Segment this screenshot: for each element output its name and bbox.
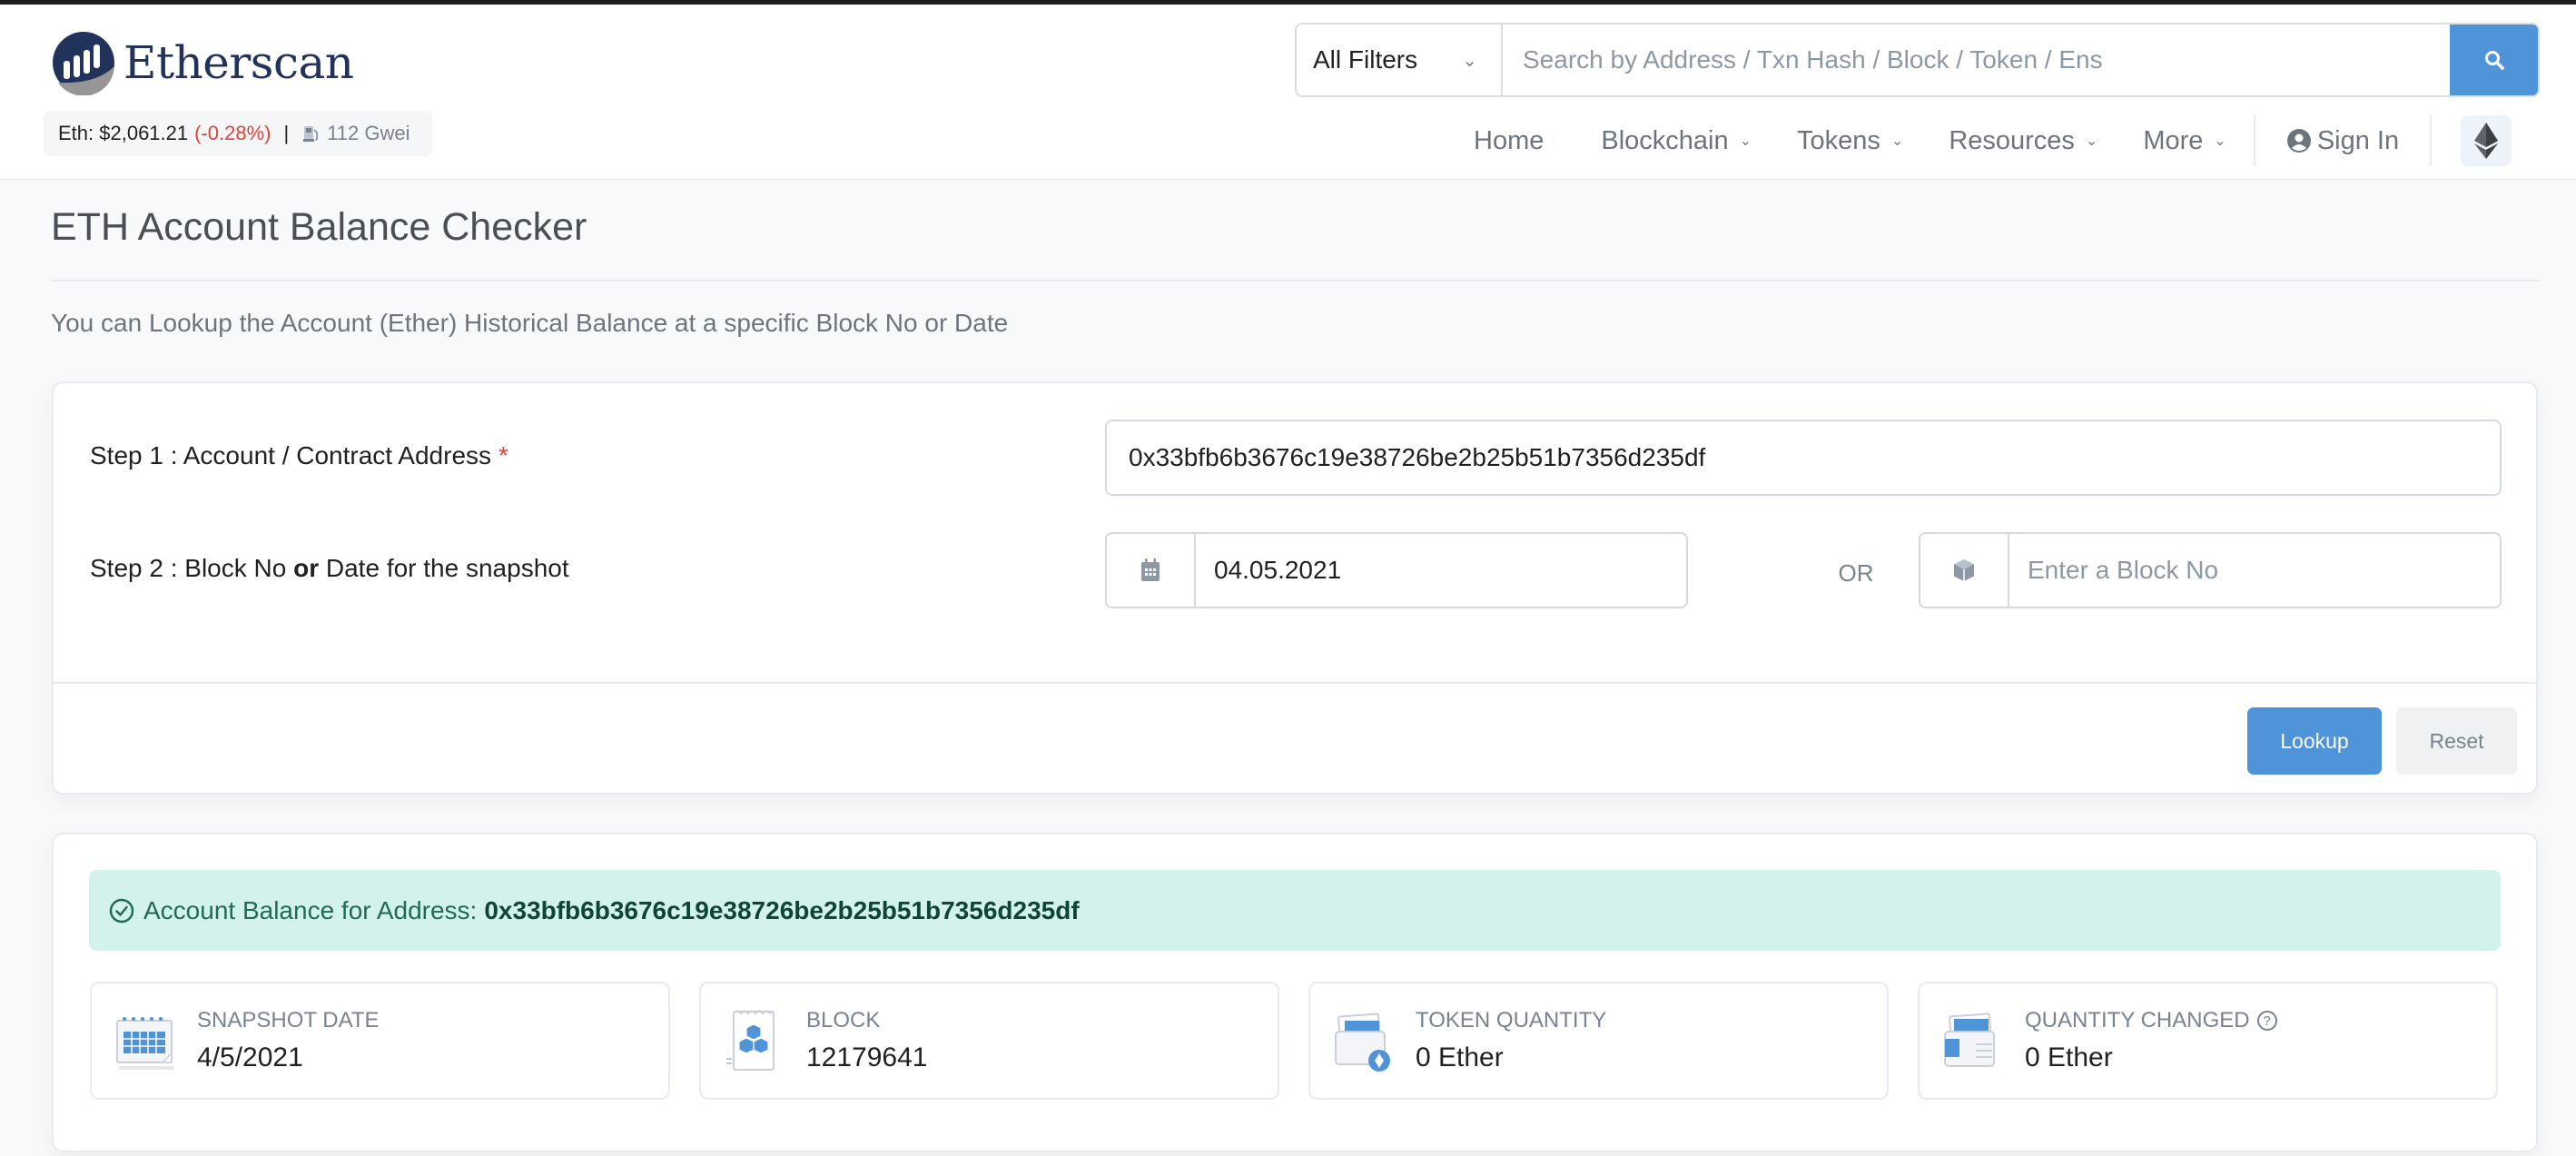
stat-block: Block 12179641 (699, 982, 1279, 1100)
block-prefix (1920, 534, 2009, 607)
balance-alert: Account Balance for Address: 0x33bfb6b36… (89, 870, 2501, 951)
address-input[interactable] (1105, 420, 2502, 496)
stat-snapshot-date: Snapshot Date 4/5/2021 (90, 982, 670, 1100)
step2-label: Step 2 : Block No or Date for the snapsh… (90, 554, 569, 583)
price-separator: | (283, 122, 290, 144)
wallet-ether-icon (1335, 1013, 1390, 1072)
date-input[interactable] (1196, 534, 1686, 607)
ethereum-icon (2474, 123, 2499, 159)
block-number-input[interactable] (2009, 534, 2500, 607)
nav-more[interactable]: More ⌄ (2143, 126, 2226, 156)
search-button[interactable] (2450, 25, 2538, 95)
stat-label: Token Quantity (1416, 1008, 1607, 1032)
eth-price-widget: Eth: $2,061.21 (-0.28%) | 112 Gwei (44, 111, 432, 156)
step1-label-text: Step 1 : Account / Contract Address (90, 441, 492, 469)
chevron-down-icon: ⌄ (1890, 133, 1904, 149)
page-title: ETH Account Balance Checker (51, 205, 587, 249)
page-description: You can Lookup the Account (Ether) Histo… (51, 309, 1009, 337)
wallet-change-icon (1944, 1013, 1995, 1067)
etherscan-logo-icon (53, 32, 114, 95)
nav-tokens[interactable]: Tokens ⌄ (1797, 126, 1903, 156)
main-nav: Home Blockchain ⌄ Tokens ⌄ Resources ⌄ M… (1453, 114, 2538, 168)
search-icon (2484, 51, 2504, 70)
nav-resources-label: Resources (1949, 125, 2075, 155)
eth-price: Eth: $2,061.21 (58, 122, 189, 144)
cube-icon (1954, 559, 1974, 581)
gas-price[interactable]: 112 Gwei (301, 122, 410, 145)
card-footer-divider (54, 682, 2536, 684)
sign-in-label: Sign In (2316, 125, 2400, 155)
stat-label: Quantity Changed ? (2025, 1008, 2277, 1033)
chevron-down-icon: ⌄ (1462, 50, 1477, 71)
stat-value: 4/5/2021 (197, 1042, 303, 1072)
nav-home-label: Home (1474, 125, 1545, 155)
nav-tokens-label: Tokens (1797, 125, 1880, 155)
gas-value: 112 Gwei (327, 122, 410, 144)
gas-pump-icon (303, 126, 318, 142)
nav-more-label: More (2143, 125, 2204, 155)
site-header: Etherscan Eth: $2,061.21 (-0.28%) | 112 … (0, 5, 2576, 180)
date-picker-toggle[interactable] (1107, 534, 1196, 607)
nav-divider (2253, 115, 2255, 166)
stat-label-text: Quantity Changed (2025, 1008, 2250, 1032)
nav-divider (2430, 115, 2433, 166)
calendar-icon (1141, 558, 1160, 581)
eth-price-change: (-0.28%) (194, 122, 271, 144)
alert-address: 0x33bfb6b3676c19e38726be2b25b51b7356d235… (484, 895, 1080, 924)
etherscan-logo[interactable]: Etherscan (51, 28, 354, 97)
nav-resources[interactable]: Resources ⌄ (1949, 126, 2097, 156)
nav-blockchain-label: Blockchain (1601, 125, 1729, 155)
network-switcher[interactable] (2461, 115, 2512, 166)
date-input-group (1105, 532, 1688, 608)
search-filter-select[interactable]: All Filters ⌄ (1297, 25, 1503, 95)
search-filter-value: All Filters (1313, 45, 1418, 74)
block-icon (726, 1010, 775, 1071)
check-circle-icon (109, 898, 134, 923)
chevron-down-icon: ⌄ (1739, 133, 1752, 149)
sign-in-link[interactable]: Sign In (2286, 126, 2399, 156)
user-circle-icon (2286, 129, 2311, 153)
stats-row: Snapshot Date 4/5/2021 Block 12179641 (90, 982, 2498, 1100)
alert-prefix: Account Balance for Address: (143, 895, 478, 924)
reset-button[interactable]: Reset (2396, 707, 2517, 775)
stat-label: Snapshot Date (197, 1008, 380, 1032)
or-label: OR (1838, 559, 1874, 587)
stat-value: 0 Ether (1416, 1042, 1504, 1072)
lookup-form-card: Step 1 : Account / Contract Address * St… (52, 381, 2538, 795)
chevron-down-icon: ⌄ (2214, 133, 2226, 149)
step2-label-post: Date for the snapshot (319, 554, 569, 582)
lookup-button[interactable]: Lookup (2247, 707, 2382, 775)
stat-value: 0 Ether (2025, 1042, 2113, 1072)
stat-label: Block (806, 1008, 881, 1032)
help-icon[interactable]: ? (2256, 1011, 2277, 1031)
logo-text: Etherscan (123, 36, 354, 89)
block-input-group (1919, 532, 2502, 608)
chevron-down-icon: ⌄ (2085, 133, 2098, 149)
required-mark: * (498, 441, 508, 469)
search-input[interactable] (1503, 25, 2450, 95)
calendar-icon (116, 1017, 173, 1070)
stat-quantity-changed: Quantity Changed ? 0 Ether (1918, 982, 2498, 1100)
step1-label: Step 1 : Account / Contract Address * (90, 441, 508, 470)
step2-label-pre: Step 2 : Block No (90, 554, 294, 582)
step2-label-or: or (293, 554, 320, 582)
result-card: Account Balance for Address: 0x33bfb6b36… (52, 833, 2538, 1152)
stat-token-quantity: Token Quantity 0 Ether (1308, 982, 1889, 1100)
title-divider (51, 280, 2540, 282)
search-bar: All Filters ⌄ (1295, 23, 2540, 97)
nav-blockchain[interactable]: Blockchain ⌄ (1601, 126, 1752, 156)
nav-home[interactable]: Home (1474, 126, 1544, 156)
stat-value: 12179641 (806, 1042, 928, 1072)
